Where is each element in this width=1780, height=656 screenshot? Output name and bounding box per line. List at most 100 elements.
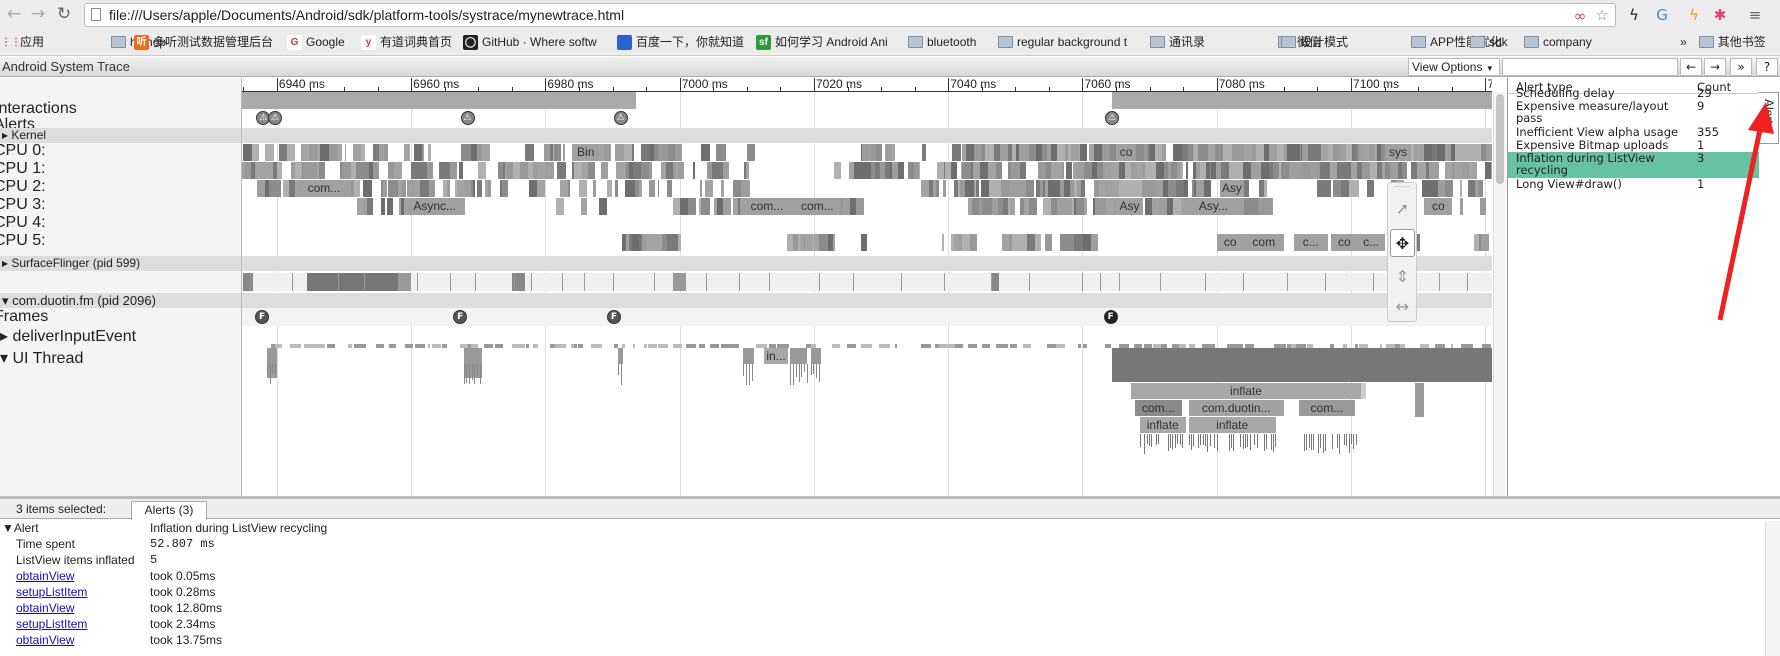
cpu-slice-labeled[interactable]: co [1424,198,1452,215]
cpu-slice[interactable] [993,180,1002,197]
cpu-slice[interactable] [1243,144,1252,161]
ui-thread-slice[interactable] [1343,434,1345,446]
cpu-slice[interactable] [383,180,387,197]
surfaceflinger-slice[interactable] [1325,273,1326,291]
cpu-slice[interactable] [300,144,310,161]
cpu-slice[interactable] [745,162,750,179]
surfaceflinger-slice[interactable] [514,273,516,291]
ui-thread-slice[interactable] [643,344,648,348]
surfaceflinger-slice[interactable] [1082,273,1084,291]
cpu-slice[interactable] [1319,162,1329,179]
ui-thread-slice[interactable] [729,344,740,348]
cpu-slice[interactable] [677,162,684,179]
ui-thread-slice[interactable] [815,364,817,378]
cpu-slice[interactable] [1091,234,1098,251]
cpu-slice[interactable] [1236,144,1244,161]
alert-type-row[interactable]: Long View#draw() 1 [1508,178,1759,191]
ui-thread-slice[interactable] [1266,434,1268,450]
ui-thread-slice[interactable] [1336,434,1338,448]
cpu-slice[interactable] [1156,162,1164,179]
cpu-slice[interactable] [372,162,380,179]
surfaceflinger-slice[interactable] [1160,273,1162,291]
cpu-slice[interactable] [1056,144,1064,161]
cpu-slice[interactable] [501,180,508,197]
cpu-slice[interactable] [1402,162,1407,179]
cpu-slice[interactable] [1011,234,1020,251]
cpu-slice[interactable] [614,180,618,197]
ui-thread-slice[interactable] [968,344,978,348]
cpu-slice[interactable] [267,144,275,161]
surfaceflinger-slice[interactable] [1242,273,1244,291]
surfaceflinger-slice[interactable] [769,273,771,291]
cpu-slice[interactable] [1079,144,1087,161]
surfaceflinger-slice[interactable] [449,273,451,291]
cpu-slice[interactable] [1063,198,1073,215]
ui-thread-slice[interactable] [622,344,626,348]
cpu-slice[interactable] [1111,162,1119,179]
cpu-slice[interactable] [1256,144,1265,161]
ui-thread-slice[interactable] [790,348,808,364]
cpu-slice[interactable] [593,180,596,197]
cpu-slice[interactable] [341,162,351,179]
cpu-slice[interactable] [1155,180,1163,197]
ui-thread-slice[interactable] [1148,434,1150,447]
timing-mode-icon[interactable]: ↔ [1390,293,1415,321]
cpu-slice[interactable] [458,162,464,179]
bookmark-item[interactable]: company [1524,34,1592,50]
ui-thread-slice[interactable] [831,344,841,348]
ui-thread-slice-labeled[interactable]: inflate [1188,417,1276,433]
ui-thread-slice[interactable] [405,344,413,348]
cpu-slice[interactable] [856,198,864,215]
cpu-slice[interactable] [286,144,296,161]
cpu-slice[interactable] [919,162,921,179]
ui-thread-slice[interactable] [1346,434,1348,446]
cpu-slice[interactable] [587,162,595,179]
cpu-slice[interactable] [363,180,372,197]
extension-star-icon[interactable]: ✱ [1710,5,1730,25]
surfaceflinger-slice[interactable] [243,273,254,291]
cpu-slice[interactable] [1186,162,1189,179]
ui-thread-slice[interactable] [471,364,473,380]
cpu-slice[interactable] [1455,162,1463,179]
ui-thread-row[interactable]: ▾ UI Thread [0,348,83,368]
cpu-slice[interactable] [1154,144,1162,161]
cpu-slice[interactable] [723,198,731,215]
cpu-slice[interactable] [328,144,337,161]
cpu-slice[interactable] [1421,180,1430,197]
surfaceflinger-slice[interactable] [338,273,340,291]
menu-icon[interactable]: ≡ [1745,5,1765,25]
deliver-input-event-row[interactable]: ▸ deliverInputEvent [0,326,136,346]
cpu-slice[interactable] [420,180,430,197]
cpu-slice[interactable] [936,180,939,197]
ui-thread-slice[interactable] [1209,434,1211,447]
ui-thread-slice[interactable] [743,364,745,376]
ui-thread-slice[interactable] [1207,434,1209,453]
cpu-slice[interactable] [1180,162,1183,179]
bookmark-item[interactable]: ⋮⋮ 应用 [1,34,44,50]
ui-thread-slice[interactable] [1170,434,1172,448]
ui-thread-slice[interactable] [389,344,397,348]
ui-thread-slice[interactable] [878,344,891,348]
surfaceflinger-slice[interactable] [676,273,678,291]
ui-thread-slice[interactable] [1188,434,1190,446]
cpu-slice[interactable] [1332,180,1341,197]
surfaceflinger-slice[interactable] [475,273,477,291]
cpu-slice[interactable] [950,162,957,179]
cpu-slice[interactable] [1019,234,1027,251]
ui-thread-slice[interactable] [1242,434,1244,449]
cpu-slice[interactable] [971,198,980,215]
cpu-slice[interactable] [537,180,545,197]
cpu-slice[interactable] [631,234,639,251]
cpu-slice[interactable] [1320,144,1328,161]
cpu-slice[interactable] [429,180,436,197]
surfaceflinger-slice[interactable] [307,273,398,291]
cpu-slice[interactable] [446,180,450,197]
ui-thread-slice[interactable] [1139,434,1141,448]
surfaceflinger-slice[interactable] [901,273,903,291]
ui-thread-slice-labeled[interactable]: inflate [1139,417,1186,433]
cpu-slice[interactable] [661,144,669,161]
cpu-slice[interactable] [568,180,570,197]
cpu-slice[interactable] [1481,234,1489,251]
ui-thread-slice[interactable] [801,364,803,378]
surfaceflinger-slice[interactable] [1286,273,1288,291]
